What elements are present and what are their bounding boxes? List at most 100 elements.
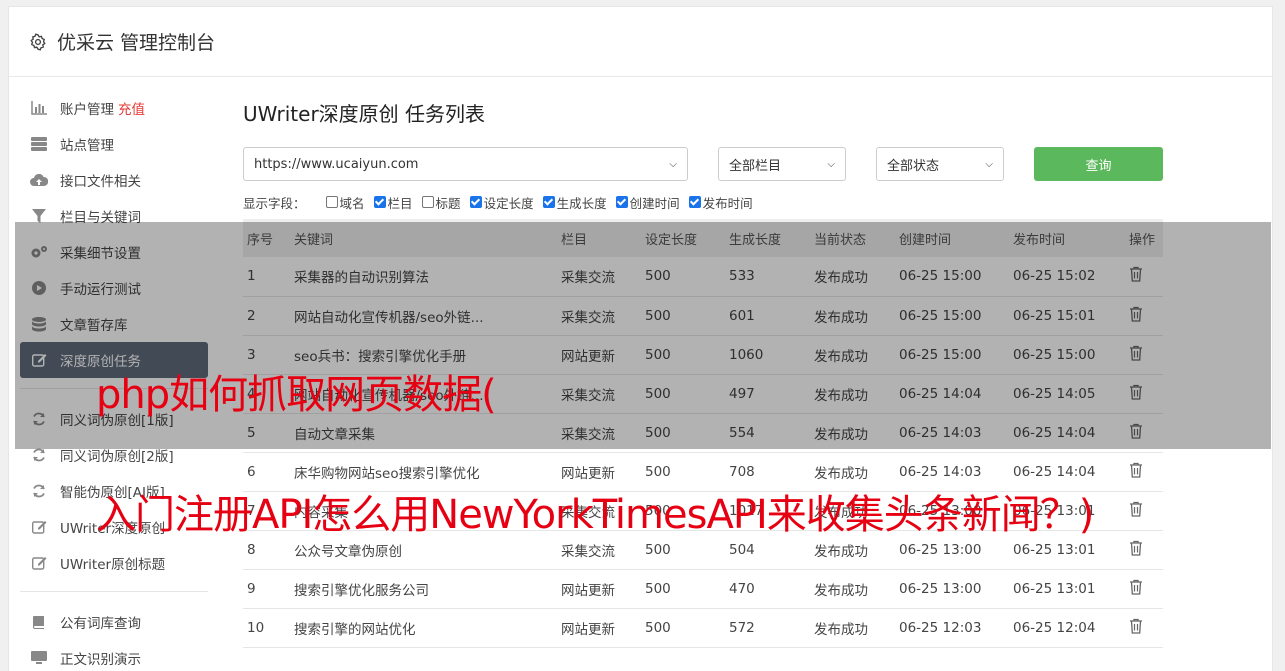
trash-icon[interactable]	[1129, 579, 1143, 595]
trash-icon[interactable]	[1129, 266, 1143, 282]
cell-created: 06-25 15:00	[895, 335, 1009, 375]
cell-index: 1	[243, 257, 290, 297]
server-icon	[30, 136, 48, 152]
table-body: 1 采集器的自动识别算法 采集交流 500 533 发布成功 06-25 15:00 06-2…	[243, 257, 1163, 648]
cell-index: 10	[243, 608, 290, 648]
cell-keyword[interactable]: 采集器的自动识别算法	[290, 257, 557, 297]
col-header: 生成长度	[725, 219, 810, 257]
checkbox[interactable]	[325, 196, 338, 208]
field-toggle-domain[interactable]: 域名	[325, 193, 365, 212]
checkbox[interactable]	[373, 196, 386, 208]
checkbox[interactable]	[542, 196, 555, 208]
cell-set-length: 500	[641, 569, 725, 609]
cell-gen-length: 1060	[725, 335, 810, 375]
cell-keyword[interactable]: 网站自动化宣传机器/seo外链...	[290, 296, 557, 336]
checkbox[interactable]	[615, 196, 628, 208]
sidebar-item-synonym-v2[interactable]: 同义词伪原创[2版]	[20, 437, 208, 473]
sidebar-divider	[20, 591, 208, 592]
trash-icon[interactable]	[1129, 618, 1143, 634]
monitor-icon	[30, 650, 48, 666]
sidebar-item-manual-run[interactable]: 手动运行测试	[20, 270, 208, 306]
cell-keyword[interactable]: 搜索引擎的网站优化	[290, 608, 557, 648]
field-label: 发布时间	[702, 195, 753, 211]
sidebar-item-label: 站点管理	[60, 138, 114, 154]
sidebar-item-account[interactable]: 账户管理 充值	[20, 90, 208, 126]
trash-icon[interactable]	[1129, 423, 1143, 439]
trash-icon[interactable]	[1129, 384, 1143, 400]
field-toggle-column[interactable]: 栏目	[373, 193, 413, 212]
field-toggle-published[interactable]: 发布时间	[688, 193, 753, 212]
cell-actions	[1125, 296, 1163, 336]
book-icon	[30, 614, 48, 630]
col-header: 当前状态	[810, 219, 895, 257]
field-label: 设定长度	[483, 195, 534, 211]
column-select[interactable]: 全部栏目 ⌵	[718, 147, 846, 181]
cell-published: 06-25 12:04	[1009, 608, 1125, 648]
refresh-icon	[30, 411, 48, 427]
sidebar-item-label: 手动运行测试	[60, 282, 141, 298]
display-fields-label: 显示字段：	[243, 195, 306, 211]
cell-index: 9	[243, 569, 290, 609]
col-header: 设定长度	[641, 219, 725, 257]
status-select[interactable]: 全部状态 ⌵	[876, 147, 1004, 181]
checkbox[interactable]	[469, 196, 482, 208]
task-table: 序号 关键词 栏目 设定长度 生成长度 当前状态 创建时间 发布时间 操作 1采…	[243, 219, 1163, 648]
refresh-icon	[30, 483, 48, 499]
chevron-down-icon: ⌵	[827, 158, 835, 170]
trash-icon[interactable]	[1129, 345, 1143, 361]
cell-published: 06-25 15:01	[1009, 296, 1125, 336]
sidebar-item-text-recognition[interactable]: 正文识别演示	[20, 640, 208, 671]
checkbox[interactable]	[688, 196, 701, 208]
console-title: 优采云 管理控制台	[57, 32, 216, 54]
sidebar-item-label: 同义词伪原创[2版]	[60, 449, 174, 465]
cell-status: 发布成功	[810, 608, 895, 648]
gear-icon	[30, 32, 46, 51]
refresh-icon	[30, 447, 48, 463]
cell-column: 网站更新	[557, 335, 641, 375]
sidebar-item-columns-keywords[interactable]: 栏目与关键词	[20, 198, 208, 234]
field-toggle-gen-length[interactable]: 生成长度	[542, 193, 607, 212]
sidebar-item-interface-files[interactable]: 接口文件相关	[20, 162, 208, 198]
field-toggle-set-length[interactable]: 设定长度	[469, 193, 534, 212]
table-row: 10 搜索引擎的网站优化 网站更新 500 572 发布成功 06-25 12:03 06-2…	[243, 608, 1163, 648]
cell-actions	[1125, 374, 1163, 414]
top-bar: 优采云 管理控制台	[9, 7, 1272, 77]
checkbox[interactable]	[421, 196, 434, 208]
trash-icon[interactable]	[1129, 540, 1143, 556]
cell-gen-length: 554	[725, 413, 810, 453]
cell-created: 06-25 15:00	[895, 257, 1009, 297]
sidebar-item-collect-settings[interactable]: 采集细节设置	[20, 234, 208, 270]
recharge-link[interactable]: 充值	[118, 98, 145, 118]
edit-icon	[30, 352, 48, 368]
field-toggle-created[interactable]: 创建时间	[615, 193, 680, 212]
edit-icon	[30, 555, 48, 571]
query-button[interactable]: 查询	[1034, 147, 1163, 181]
cell-set-length: 500	[641, 296, 725, 336]
field-label: 栏目	[387, 195, 413, 211]
cell-keyword[interactable]: 搜索引擎优化服务公司	[290, 569, 557, 609]
cell-status: 发布成功	[810, 296, 895, 336]
filter-icon	[30, 208, 48, 224]
trash-icon[interactable]	[1129, 501, 1143, 517]
field-toggle-title[interactable]: 标题	[421, 193, 461, 212]
sidebar-item-uwriter-title[interactable]: UWriter原创标题	[20, 545, 208, 581]
trash-icon[interactable]	[1129, 462, 1143, 478]
sidebar-item-article-store[interactable]: 文章暂存库	[20, 306, 208, 342]
cell-status: 发布成功	[810, 257, 895, 297]
field-label: 标题	[435, 195, 461, 211]
sidebar-item-public-lexicon[interactable]: 公有词库查询	[20, 604, 208, 640]
sidebar-item-label: UWriter原创标题	[60, 557, 166, 573]
cell-status: 发布成功	[810, 335, 895, 375]
table-header-row: 序号 关键词 栏目 设定长度 生成长度 当前状态 创建时间 发布时间 操作	[243, 219, 1163, 257]
sidebar-item-sites[interactable]: 站点管理	[20, 126, 208, 162]
cell-column: 网站更新	[557, 569, 641, 609]
gears-icon	[30, 244, 48, 260]
site-select[interactable]: https://www.ucaiyun.com ⌵	[243, 147, 688, 181]
cell-set-length: 500	[641, 335, 725, 375]
cell-column: 网站更新	[557, 608, 641, 648]
database-icon	[30, 316, 48, 332]
trash-icon[interactable]	[1129, 306, 1143, 322]
col-header: 发布时间	[1009, 219, 1125, 257]
cell-published: 06-25 14:04	[1009, 413, 1125, 453]
cell-column: 采集交流	[557, 413, 641, 453]
